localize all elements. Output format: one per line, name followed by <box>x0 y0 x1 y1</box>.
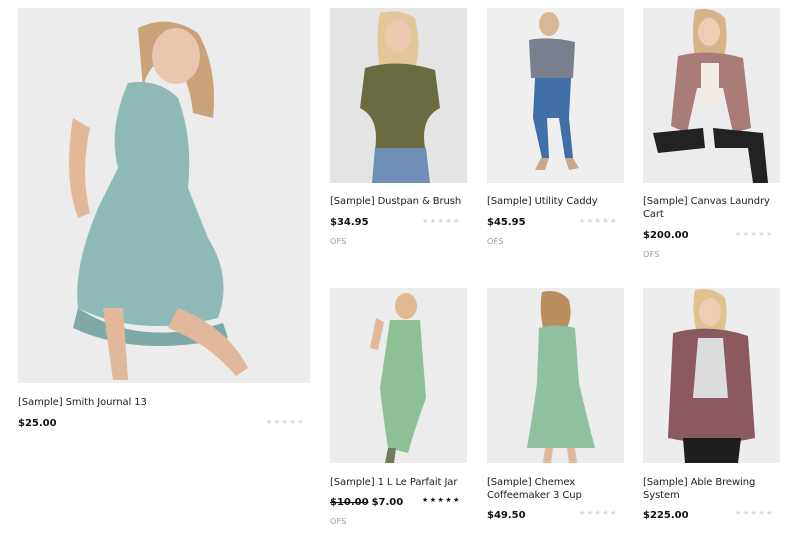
product-price: $49.50 <box>487 510 526 521</box>
product-title[interactable]: [Sample] 1 L Le Parfait Jar <box>330 476 457 489</box>
product-card[interactable]: [Sample] 1 L Le Parfait Jar $10.00 $7.00 … <box>330 288 467 538</box>
rating-stars: ★★★★★ <box>422 496 461 504</box>
product-card[interactable]: [Sample] Chemex Coffeemaker 3 Cup $49.50… <box>487 288 624 538</box>
model-offshoulder-jeans-image <box>487 8 624 183</box>
rating-stars: ★★★★★ <box>266 418 305 426</box>
product-title[interactable]: [Sample] Able Brewing <box>643 476 755 489</box>
product-card[interactable]: [Sample] Utility Caddy $45.95 ★★★★★ OFS <box>487 8 624 258</box>
product-price: $10.00 $7.00 <box>330 497 403 508</box>
model-green-tunic-image <box>330 288 467 463</box>
out-of-stock-badge: OFS <box>643 250 660 259</box>
sale-price: $7.00 <box>371 497 404 508</box>
product-price: $34.95 <box>330 217 369 228</box>
out-of-stock-badge: OFS <box>487 237 504 246</box>
product-image[interactable] <box>487 288 624 463</box>
product-image[interactable] <box>18 8 310 383</box>
product-price: $25.00 <box>18 418 57 429</box>
model-striped-jacket-image <box>643 8 780 183</box>
product-price: $45.95 <box>487 217 526 228</box>
product-card[interactable]: [Sample] Canvas Laundry Cart $200.00 ★★★… <box>643 8 780 268</box>
product-title[interactable]: [Sample] Smith Journal 13 <box>18 396 147 409</box>
product-title[interactable]: [Sample] Dustpan & Brush <box>330 195 461 208</box>
model-plaid-wrap-image <box>643 288 780 463</box>
model-green-dress-image <box>487 288 624 463</box>
rating-stars: ★★★★★ <box>735 230 774 238</box>
product-title[interactable]: [Sample] Utility Caddy <box>487 195 598 208</box>
product-image[interactable] <box>643 288 780 463</box>
product-price: $200.00 <box>643 230 689 241</box>
original-price: $10.00 <box>330 497 369 508</box>
product-card[interactable]: [Sample] Dustpan & Brush $34.95 ★★★★★ OF… <box>330 8 467 258</box>
product-card[interactable]: [Sample] Smith Journal 13 $25.00 ★★★★★ <box>18 8 310 438</box>
model-olive-top-image <box>330 8 467 183</box>
product-title-line2[interactable]: Coffeemaker 3 Cup <box>487 489 582 502</box>
rating-stars: ★★★★★ <box>579 509 618 517</box>
product-image[interactable] <box>330 288 467 463</box>
product-image[interactable] <box>487 8 624 183</box>
out-of-stock-badge: OFS <box>330 517 347 526</box>
product-card[interactable]: [Sample] Able Brewing System $225.00 ★★★… <box>643 288 780 538</box>
product-title-line2[interactable]: Cart <box>643 208 664 221</box>
product-image[interactable] <box>643 8 780 183</box>
product-title-line2[interactable]: System <box>643 489 680 502</box>
rating-stars: ★★★★★ <box>422 217 461 225</box>
model-teal-dress-image <box>18 8 310 383</box>
rating-stars: ★★★★★ <box>735 509 774 517</box>
out-of-stock-badge: OFS <box>330 237 347 246</box>
product-price: $225.00 <box>643 510 689 521</box>
product-image[interactable] <box>330 8 467 183</box>
product-title[interactable]: [Sample] Canvas Laundry <box>643 195 770 208</box>
rating-stars: ★★★★★ <box>579 217 618 225</box>
product-title[interactable]: [Sample] Chemex <box>487 476 575 489</box>
